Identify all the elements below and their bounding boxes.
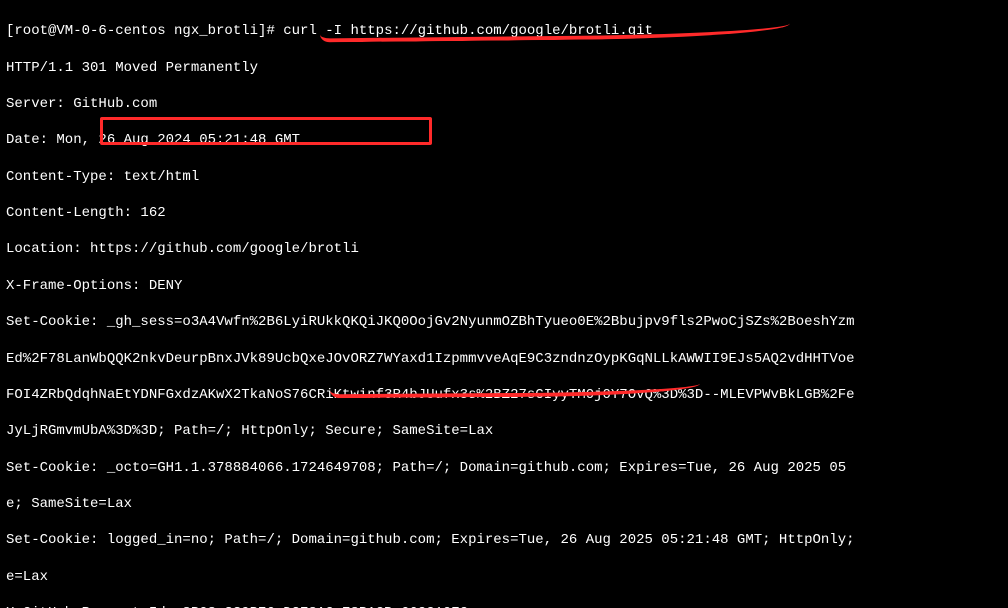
x-github-request-id: X-GitHub-Request-Id: 8B08:339B76:D2E8AC:… xyxy=(6,604,1002,608)
x-frame-options-header: X-Frame-Options: DENY xyxy=(6,277,1002,295)
set-cookie-gh-sess-2: Ed%2F78LanWbQQK2nkvDeurpBnxJVk89UcbQxeJO… xyxy=(6,350,1002,368)
location-header: Location: https://github.com/google/brot… xyxy=(6,240,1002,258)
shell-prompt: [root@VM-0-6-centos ngx_brotli]# xyxy=(6,23,283,39)
set-cookie-gh-sess-4: JyLjRGmvmUbA%3D%3D; Path=/; HttpOnly; Se… xyxy=(6,422,1002,440)
terminal-output[interactable]: [root@VM-0-6-centos ngx_brotli]# curl -I… xyxy=(0,0,1008,608)
set-cookie-loggedin-2: e=Lax xyxy=(6,568,1002,586)
set-cookie-gh-sess-3: FOI4ZRbQdqhNaEtYDNFGxdzAKwX2TkaNoS76CRiK… xyxy=(6,386,1002,404)
date-header: Date: Mon, 26 Aug 2024 05:21:48 GMT xyxy=(6,131,1002,149)
set-cookie-octo-1: Set-Cookie: _octo=GH1.1.378884066.172464… xyxy=(6,459,1002,477)
content-length-header: Content-Length: 162 xyxy=(6,204,1002,222)
set-cookie-loggedin-1: Set-Cookie: logged_in=no; Path=/; Domain… xyxy=(6,531,1002,549)
set-cookie-octo-2: e; SameSite=Lax xyxy=(6,495,1002,513)
prompt-line-1: [root@VM-0-6-centos ngx_brotli]# curl -I… xyxy=(6,22,1002,40)
http-status-301: HTTP/1.1 301 Moved Permanently xyxy=(6,59,1002,77)
content-type-header: Content-Type: text/html xyxy=(6,168,1002,186)
server-header: Server: GitHub.com xyxy=(6,95,1002,113)
set-cookie-gh-sess-1: Set-Cookie: _gh_sess=o3A4Vwfn%2B6LyiRUkk… xyxy=(6,313,1002,331)
command-1: curl -I https://github.com/google/brotli… xyxy=(283,23,653,39)
